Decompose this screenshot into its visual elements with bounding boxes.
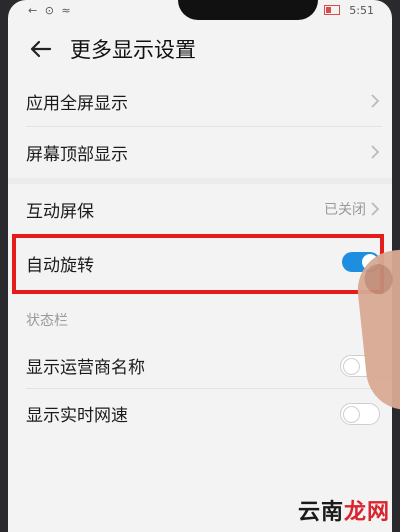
chevron-right-icon xyxy=(371,94,380,108)
setting-label: 屏幕顶部显示 xyxy=(26,145,128,165)
setting-top-display[interactable]: 屏幕顶部显示 xyxy=(8,127,392,177)
watermark-prefix: 云南 xyxy=(297,500,344,525)
header: 更多显示设置 xyxy=(8,30,392,70)
section-title-status-bar: 状态栏 xyxy=(26,313,68,329)
setting-label: 显示运营商名称 xyxy=(26,358,145,378)
highlight-annotation-box xyxy=(12,234,384,294)
chevron-right-icon xyxy=(371,202,380,216)
page-title: 更多显示设置 xyxy=(70,38,196,62)
setting-label: 显示实时网速 xyxy=(26,406,128,426)
watermark-accent: 龙网 xyxy=(343,500,390,525)
setting-app-fullscreen[interactable]: 应用全屏显示 xyxy=(8,76,392,126)
status-icons: ← ⊙ ≈ xyxy=(28,4,73,17)
setting-label: 应用全屏显示 xyxy=(26,94,128,114)
setting-realtime-speed[interactable]: 显示实时网速 xyxy=(8,388,392,438)
back-button[interactable] xyxy=(24,32,58,66)
setting-screensaver[interactable]: 互动屏保 已关闭 xyxy=(8,184,392,234)
status-right: 5:51 xyxy=(323,4,374,17)
setting-carrier-name[interactable]: 显示运营商名称 xyxy=(8,340,392,390)
realtime-speed-toggle[interactable] xyxy=(340,403,380,425)
setting-label: 互动屏保 xyxy=(26,202,94,222)
status-time: 5:51 xyxy=(349,4,374,17)
back-arrow-icon xyxy=(30,40,52,58)
chevron-right-icon xyxy=(371,145,380,159)
setting-value: 已关闭 xyxy=(324,202,366,218)
watermark: 云南龙网 xyxy=(298,494,390,526)
battery-icon xyxy=(323,5,340,15)
status-bar: ← ⊙ ≈ 5:51 xyxy=(8,0,392,22)
